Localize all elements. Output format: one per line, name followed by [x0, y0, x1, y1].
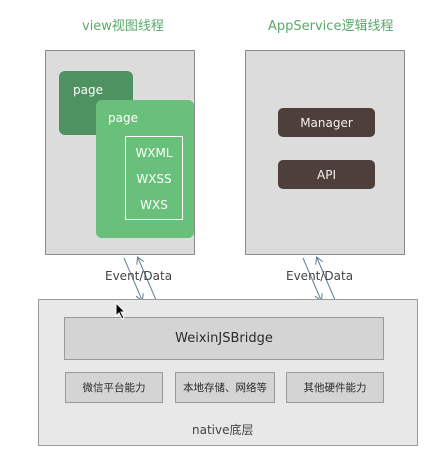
capability-storage-network: 本地存储、网络等	[175, 372, 275, 403]
native-layer-label: native底层	[192, 423, 254, 437]
left-edge-label: Event/Data	[105, 269, 173, 283]
weixin-jsbridge-box: WeixinJSBridge	[64, 317, 384, 360]
right-edge-label: Event/Data	[286, 269, 354, 283]
mouse-cursor-icon	[115, 302, 127, 320]
capability-platform: 微信平台能力	[65, 372, 163, 403]
capability-hardware: 其他硬件能力	[286, 372, 384, 403]
